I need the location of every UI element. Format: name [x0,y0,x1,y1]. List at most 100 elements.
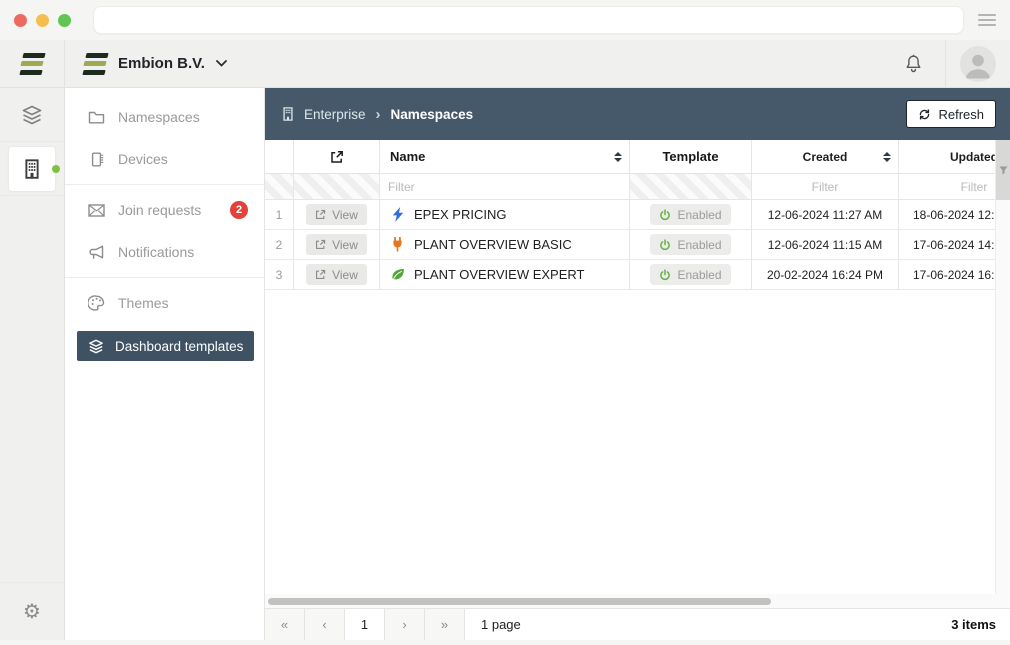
created-column-header[interactable]: Created [752,140,899,173]
row-number-header [265,140,294,173]
filter-disabled-cell [630,174,752,199]
layers-icon [87,339,105,354]
view-button[interactable]: View [306,264,367,285]
url-bar[interactable] [93,6,964,34]
power-icon [659,209,671,221]
view-button[interactable]: View [306,204,367,225]
template-cell: Enabled [630,200,752,229]
name-column-header[interactable]: Name [380,140,630,173]
sidebar-item-dashboard-templates[interactable]: Dashboard templates [77,331,254,361]
chevron-down-icon [216,60,227,67]
window-bottom-edge [0,640,1010,645]
sidebar-item-themes[interactable]: Themes [65,282,264,324]
pagination-bar: « ‹ 1 › » 1 page 3 items [265,608,1010,640]
first-page-button[interactable]: « [265,609,305,640]
view-cell: View [294,200,380,229]
page-count-label: 1 page [465,609,521,640]
breadcrumb-enterprise[interactable]: Enterprise [304,107,366,122]
sidebar-item-join-requests[interactable]: Join requests 2 [65,189,264,231]
refresh-button[interactable]: Refresh [906,100,996,128]
megaphone-icon [87,245,105,260]
browser-menu-icon[interactable] [978,14,996,26]
status-label: Enabled [677,268,721,282]
embion-logo-icon [83,53,107,75]
organization-name: Embion B.V. [118,55,205,72]
sidebar-item-namespaces[interactable]: Namespaces [65,96,264,138]
app-logo [0,40,65,87]
sidebar-divider [65,184,264,185]
active-status-dot [52,165,60,173]
organization-switcher[interactable]: Embion B.V. [65,40,227,87]
updated-cell: 17-06-2024 16: [899,260,1010,289]
external-link-icon [315,269,326,280]
updated-column-header[interactable]: Updated [899,140,1010,173]
main-panel: Enterprise › Namespaces Refresh [265,88,1010,640]
name-cell: PLANT OVERVIEW BASIC [380,230,630,259]
user-menu[interactable] [945,40,1010,87]
template-column-header: Template [630,140,752,173]
rail-item-enterprise[interactable] [0,142,64,196]
name-filter-input[interactable] [380,174,629,199]
view-button[interactable]: View [306,234,367,255]
notifications-bell-button[interactable] [881,40,945,87]
filter-disabled-cell [265,174,294,199]
zoom-button[interactable] [58,14,71,27]
close-button[interactable] [14,14,27,27]
sort-icon[interactable] [883,152,891,162]
external-link-icon [330,150,344,164]
sidebar-item-devices[interactable]: Devices [65,138,264,180]
table-row: 3 View PLANT OVERVIEW EXPERT Enabled 20-… [265,260,1010,290]
chip-icon [87,151,105,168]
created-filter-cell [752,174,899,199]
created-cell: 12-06-2024 11:15 AM [752,230,899,259]
row-number: 2 [265,230,294,259]
current-page-button[interactable]: 1 [345,609,385,640]
sidebar-item-notifications[interactable]: Notifications [65,231,264,273]
layers-icon [21,105,43,125]
view-column-header [294,140,380,173]
last-page-button[interactable]: » [425,609,465,640]
horizontal-scrollbar[interactable] [265,594,1010,608]
scrollbar-thumb[interactable] [268,598,771,605]
vertical-scrollbar[interactable] [995,140,1010,594]
updated-filter-input[interactable] [899,174,1010,199]
table-filter-row [265,174,1010,200]
status-label: Enabled [677,238,721,252]
palette-icon [87,295,105,311]
namespace-name: PLANT OVERVIEW BASIC [414,237,572,252]
column-filter-toggle[interactable] [996,140,1010,200]
app-header: Embion B.V. [0,40,1010,88]
prev-page-button[interactable]: ‹ [305,609,345,640]
sidebar: Namespaces Devices Join requests 2 [65,88,265,640]
leaf-icon [390,267,405,282]
name-cell: EPEX PRICING [380,200,630,229]
breadcrumb: Enterprise › Namespaces Refresh [265,88,1010,140]
funnel-icon [999,166,1008,175]
building-icon [9,147,55,191]
refresh-icon [918,108,931,121]
updated-cell: 17-06-2024 14: [899,230,1010,259]
items-count-label: 3 items [951,609,1010,640]
settings-button[interactable]: ⚙ [0,582,64,640]
name-cell: PLANT OVERVIEW EXPERT [380,260,630,289]
updated-filter-cell [899,174,1010,199]
namespaces-table: Name Template Created Updated [265,140,1010,594]
enabled-badge: Enabled [650,234,730,255]
app-window: Embion B.V. [0,0,1010,645]
envelope-icon [87,204,105,217]
row-number: 3 [265,260,294,289]
namespace-name: EPEX PRICING [414,207,506,222]
namespace-name: PLANT OVERVIEW EXPERT [414,267,585,282]
next-page-button[interactable]: › [385,609,425,640]
sort-icon[interactable] [614,152,622,162]
external-link-icon [315,239,326,250]
template-cell: Enabled [630,230,752,259]
lightning-icon [390,207,405,222]
rail-item-dashboard-templates[interactable] [0,88,64,142]
minimize-button[interactable] [36,14,49,27]
created-filter-input[interactable] [752,174,898,199]
table-row: 1 View EPEX PRICING Enabled 12-06-2024 1… [265,200,1010,230]
created-cell: 12-06-2024 11:27 AM [752,200,899,229]
power-icon [659,239,671,251]
filter-disabled-cell [294,174,380,199]
